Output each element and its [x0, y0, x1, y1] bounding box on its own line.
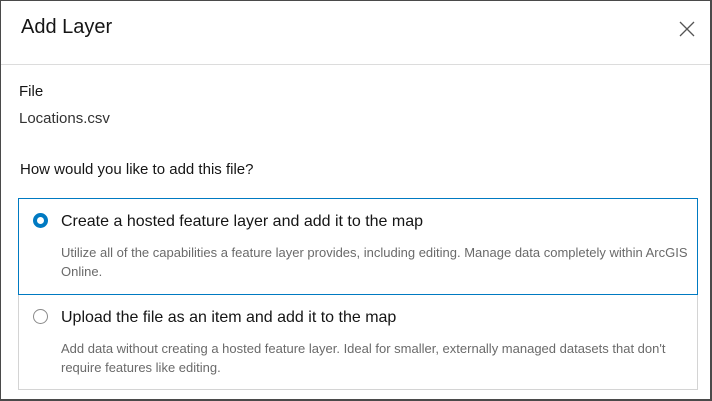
file-name: Locations.csv: [19, 110, 110, 127]
close-button[interactable]: [676, 18, 698, 40]
option-title: Upload the file as an item and add it to…: [61, 309, 397, 326]
option-upload-item[interactable]: Upload the file as an item and add it to…: [18, 294, 698, 390]
add-layer-dialog: Add Layer File Locations.csv How would y…: [0, 0, 712, 401]
option-description: Utilize all of the capabilities a featur…: [61, 245, 688, 279]
question-label: How would you like to add this file?: [20, 161, 254, 178]
dialog-title: Add Layer: [21, 16, 113, 38]
option-title: Create a hosted feature layer and add it…: [61, 213, 424, 230]
option-hosted-feature-layer[interactable]: Create a hosted feature layer and add it…: [18, 198, 698, 295]
radio-button-selected[interactable]: [33, 213, 48, 228]
close-icon: [679, 21, 695, 37]
file-label: File: [19, 83, 44, 100]
option-description: Add data without creating a hosted featu…: [61, 341, 666, 375]
radio-button[interactable]: [33, 309, 48, 324]
dialog-header: Add Layer: [1, 1, 710, 65]
